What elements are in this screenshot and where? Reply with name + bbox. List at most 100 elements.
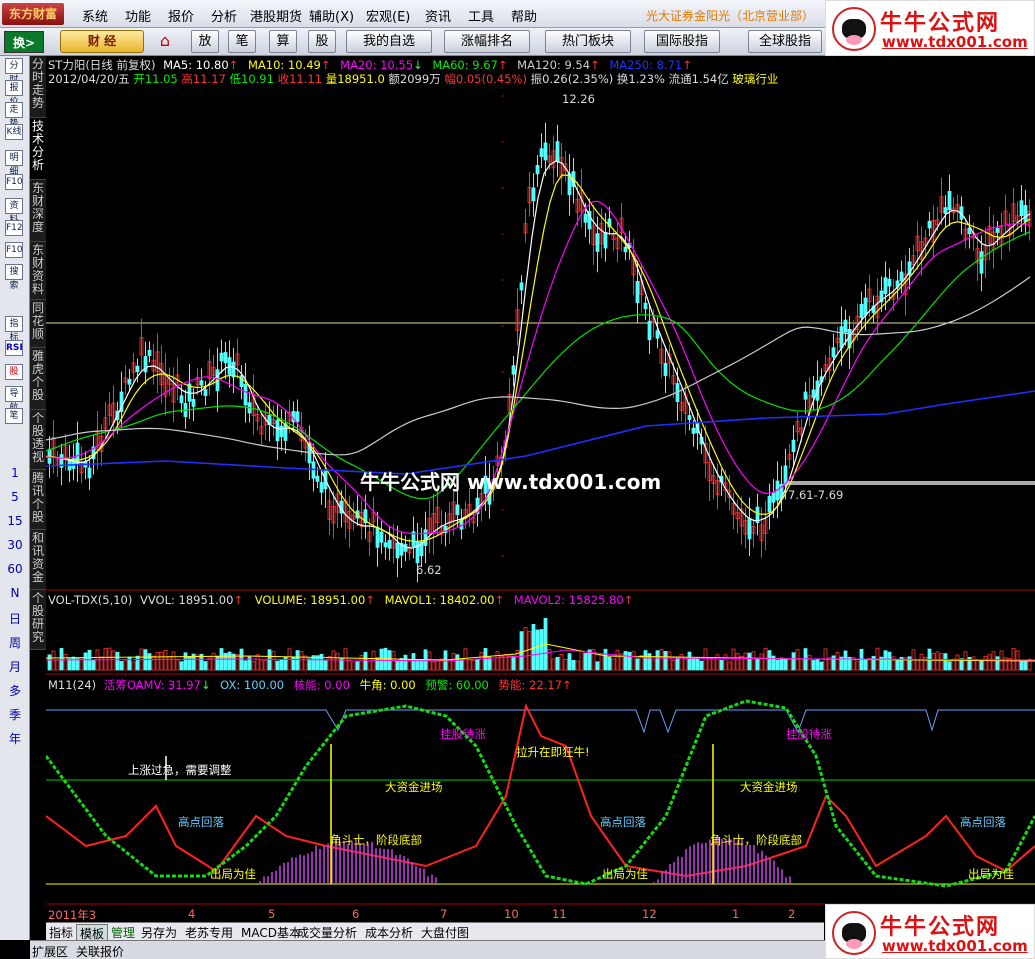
tab-yahoo-stock[interactable]: 雅虎个股 [30, 348, 46, 410]
kline-icon[interactable]: K线 [5, 124, 23, 140]
intl-index-button[interactable]: 国际股指 [644, 30, 720, 53]
volume-bar [511, 655, 516, 671]
menu-hk-futures[interactable]: 港股期货 [250, 6, 302, 25]
tab-laosu[interactable]: 老苏专用 [182, 924, 236, 941]
zoom-button[interactable]: 放 [191, 30, 219, 53]
period-day[interactable]: 日 [0, 610, 30, 627]
candle-body [283, 423, 288, 441]
f10-icon[interactable]: F10 [5, 174, 23, 190]
volume-bar [779, 657, 784, 671]
tab-tonghuashun[interactable]: 同花顺 [30, 300, 46, 348]
volume-bar [895, 659, 900, 671]
search-icon[interactable]: 搜索 [5, 264, 23, 291]
tab-intraday[interactable]: 分时走势 [30, 56, 46, 118]
period-quarter[interactable]: 季 [0, 706, 30, 723]
period-week[interactable]: 周 [0, 634, 30, 651]
x-label-11: 11 [552, 907, 567, 921]
tab-stock-insight[interactable]: 个股透视 [30, 410, 46, 470]
vol-vvol: VVOL: 18951.00 [140, 593, 234, 607]
tab-cost-analysis[interactable]: 成本分析 [362, 924, 416, 941]
indicator-icon[interactable]: 指标 [5, 316, 23, 343]
tab-hexun-fund[interactable]: 和讯资金 [30, 530, 46, 590]
stock-icon[interactable]: 股 [5, 364, 23, 380]
profile-icon[interactable]: 资料 [5, 198, 23, 225]
navigate-icon[interactable]: 导航 [5, 386, 23, 413]
period-nmin[interactable]: N [0, 586, 30, 600]
menu-system[interactable]: 系统 [82, 6, 108, 25]
global-index-button[interactable]: 全球股指 [748, 30, 822, 53]
quote-list-icon[interactable]: 报价 [5, 80, 23, 107]
home-icon[interactable]: ⌂ [150, 31, 180, 52]
tab-market-subchart[interactable]: 大盘付图 [418, 924, 472, 941]
volume-bar [559, 654, 564, 671]
f10-alt-icon[interactable]: F10 [5, 242, 23, 258]
volume-bar [127, 656, 132, 671]
period-5min[interactable]: 5 [0, 490, 30, 504]
ind-bull: 牛角: 0.00 [359, 678, 416, 692]
menu-news[interactable]: 资讯 [425, 6, 451, 25]
tab-tencent-stock[interactable]: 腾讯个股 [30, 470, 46, 530]
watermark-url: www.tdx001.com [882, 937, 1028, 955]
menu-analysis[interactable]: 分析 [211, 6, 237, 25]
candle-body [179, 395, 184, 404]
volume-bar [535, 629, 540, 671]
tab-technical[interactable]: 技术分析 [30, 118, 46, 180]
period-year[interactable]: 年 [0, 730, 30, 747]
trend-icon[interactable]: 走势 [5, 102, 23, 129]
pen-button[interactable]: 笔 [228, 30, 256, 53]
period-1min[interactable]: 1 [0, 466, 30, 480]
period-15min[interactable]: 15 [0, 514, 30, 528]
volume-bar [563, 658, 568, 671]
period-30min[interactable]: 30 [0, 538, 30, 552]
calc-button[interactable]: 算 [269, 30, 297, 53]
volume-bar [699, 660, 704, 671]
volume-bar [151, 655, 156, 671]
switch-button[interactable]: 换> [4, 31, 44, 53]
status-extension[interactable]: 扩展区 [32, 943, 68, 959]
x-label-6: 6 [352, 907, 360, 921]
status-related-quote[interactable]: 关联报价 [76, 943, 124, 959]
hot-sectors-button[interactable]: 热门板块 [545, 30, 631, 53]
volume-bar [567, 653, 572, 671]
tab-save-as[interactable]: 另存为 [138, 924, 180, 941]
period-multi[interactable]: 多 [0, 682, 30, 699]
tab-volume-analysis[interactable]: 成交量分析 [294, 924, 360, 941]
volume-bar [179, 661, 184, 671]
x-label-7: 7 [440, 907, 448, 921]
tab-eastmoney-depth[interactable]: 东财深度 [30, 180, 46, 242]
menu-macro[interactable]: 宏观(E) [366, 6, 410, 25]
f12-icon[interactable]: F12 [5, 220, 23, 236]
gainers-rank-button[interactable]: 涨幅排名 [444, 30, 530, 53]
volume-bar [367, 661, 372, 671]
finance-button[interactable]: 财 经 [60, 30, 144, 53]
rsi-icon[interactable]: RSI [5, 340, 23, 356]
volume-bar [887, 651, 892, 671]
period-60min[interactable]: 60 [0, 562, 30, 576]
menu-tools[interactable]: 工具 [468, 6, 494, 25]
menu-help[interactable]: 帮助 [511, 6, 537, 25]
menu-assist[interactable]: 辅助(X) [309, 6, 354, 25]
intraday-icon[interactable]: 分时 [5, 58, 23, 85]
my-watchlist-button[interactable]: 我的自选 [346, 30, 432, 53]
detail-icon[interactable]: 明细 [5, 150, 23, 177]
quote-change: 幅0.05(0.45%) [444, 72, 527, 86]
volume-bar [435, 660, 440, 671]
menu-function[interactable]: 功能 [125, 6, 151, 25]
candle-body [643, 302, 648, 310]
volume-bar [683, 658, 688, 671]
period-month[interactable]: 月 [0, 658, 30, 675]
tab-manage[interactable]: 管理 [108, 924, 138, 941]
volume-bar [655, 650, 660, 671]
tab-indicator[interactable]: 指标 [46, 924, 76, 941]
volume-bar [1011, 647, 1016, 671]
volume-bar [727, 661, 732, 671]
volume-bar [743, 652, 748, 671]
stock-button[interactable]: 股 [308, 30, 336, 53]
tab-eastmoney-profile[interactable]: 东财资料 [30, 242, 46, 300]
volume-bar [419, 659, 424, 671]
ma20-legend: MA20: 10.55 [340, 58, 414, 72]
pencil-icon[interactable]: 笔 [5, 408, 23, 424]
menu-quote[interactable]: 报价 [168, 6, 194, 25]
tab-stock-research[interactable]: 个股研究 [30, 590, 46, 650]
volume-bar [671, 660, 676, 671]
